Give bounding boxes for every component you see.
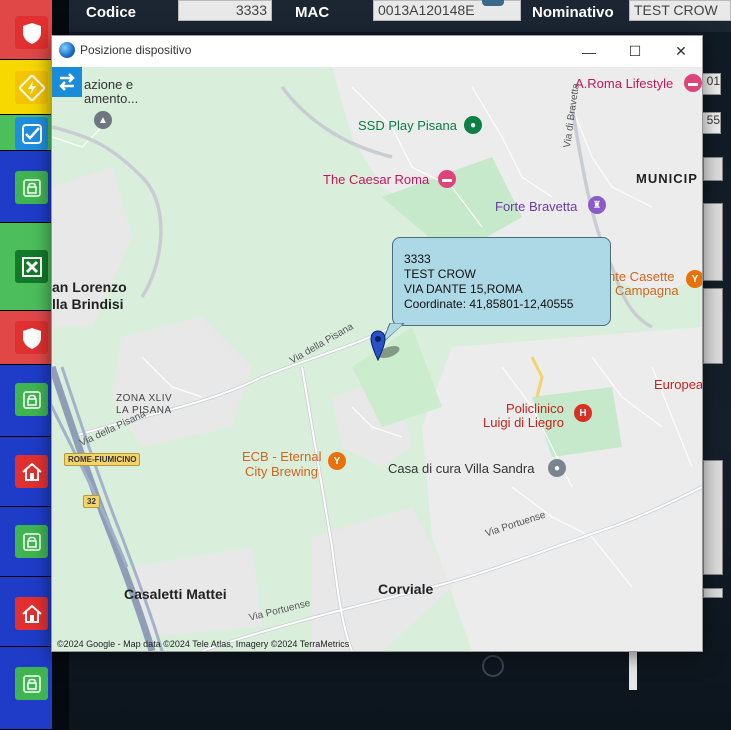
place-casaletti-mattei: Casaletti Mattei (124, 586, 227, 602)
nominativo-field[interactable]: TEST CROW (629, 0, 731, 21)
codice-field[interactable]: 3333 (178, 0, 272, 21)
hotel-icon[interactable]: ▬ (438, 170, 456, 188)
globe-icon (59, 42, 75, 58)
mac-label: MAC (295, 4, 330, 21)
home-icon-2[interactable] (15, 597, 48, 630)
place-san-lorenzo-line2: lla Brindisi (52, 296, 124, 312)
minimize-button[interactable]: — (566, 36, 612, 67)
place-casette-line2: Campagna (615, 283, 679, 298)
clinic-icon[interactable]: ● (548, 459, 566, 477)
check-icon[interactable] (15, 117, 48, 150)
dialog-title: Posizione dispositivo (80, 43, 192, 57)
place-caesar-roma: The Caesar Roma (323, 172, 430, 187)
shield-icon-2[interactable] (15, 321, 48, 354)
right-panel-3 (703, 288, 723, 364)
home-icon[interactable] (15, 455, 48, 488)
hotel-icon-2[interactable]: ▬ (684, 74, 702, 92)
location-pin-icon[interactable] (369, 330, 403, 364)
callout-name: TEST CROW (404, 267, 476, 281)
place-municipio: MUNICIP (636, 171, 698, 186)
lock-icon-4[interactable] (15, 667, 48, 700)
place-europea: Europea (654, 377, 702, 392)
lock-icon-2[interactable] (15, 383, 48, 416)
swap-arrows-button[interactable] (52, 67, 82, 97)
shield-rome-fiumicino: ROME-FIUMICINO (64, 453, 141, 466)
dialog-titlebar[interactable]: Posizione dispositivo — ☐ ✕ (52, 36, 702, 67)
lock-icon-3[interactable] (15, 525, 48, 558)
place-ecb-line2: City Brewing (245, 464, 318, 479)
nominativo-label: Nominativo (532, 4, 614, 21)
bar-icon[interactable]: Y (328, 452, 346, 470)
place-fondazione-line2: amento... (84, 91, 139, 106)
screen: Codice 3333 MAC 0013A120148E Nominativo … (0, 0, 731, 730)
map-copyright: ©2024 Google - Map data ©2024 Tele Atlas… (57, 639, 350, 649)
place-fondazione-line1: azione e (84, 77, 134, 92)
lightning-icon[interactable] (15, 71, 48, 104)
callout-address: VIA DANTE 15,ROMA (404, 282, 523, 296)
place-policlinico-line2: Luigi di Liegro (483, 415, 564, 430)
place-policlinico-line1: Policlinico (506, 401, 564, 416)
status-column (0, 0, 52, 730)
sports-icon[interactable]: ● (464, 116, 482, 134)
device-indicator-icon (482, 655, 504, 677)
callout-code: 3333 (404, 252, 431, 266)
right-panel-2 (703, 203, 723, 281)
place-zona-xliv-line1: ZONA XLIV (116, 393, 173, 404)
shield-32: 32 (83, 495, 100, 508)
maximize-button[interactable]: ☐ (612, 36, 658, 67)
close-button[interactable]: ✕ (658, 36, 704, 67)
scroll-handle[interactable] (629, 648, 637, 690)
landmark-icon[interactable]: ♜ (588, 196, 606, 214)
school-icon[interactable]: ▲ (94, 111, 112, 129)
place-ssd-play-pisana: SSD Play Pisana (358, 118, 457, 133)
place-corviale: Corviale (378, 581, 434, 597)
right-panel-1 (703, 157, 723, 181)
device-position-dialog: Posizione dispositivo — ☐ ✕ azione e ame… (51, 35, 703, 652)
restaurant-icon[interactable]: Y (686, 270, 702, 288)
device-info-callout: 3333 TEST CROW VIA DANTE 15,ROMA Coordin… (392, 237, 611, 326)
hospital-icon[interactable]: H (574, 404, 592, 422)
place-aroma-lifestyle: A.Roma Lifestyle (575, 76, 674, 91)
lock-icon[interactable] (15, 171, 48, 204)
right-panel-4 (703, 460, 723, 575)
place-san-lorenzo-line1: an Lorenzo (52, 279, 127, 295)
top-indicator-icon (482, 0, 504, 6)
codice-label: Codice (86, 4, 137, 21)
device-header-bar: Codice 3333 MAC 0013A120148E Nominativo … (69, 0, 731, 32)
place-forte-bravetta: Forte Bravetta (495, 199, 578, 214)
callout-coordinates: Coordinate: 41,85801-12,40555 (404, 297, 574, 311)
place-casette-line1: nte Casette (608, 269, 675, 284)
shield-icon[interactable] (15, 16, 48, 49)
shield-x-icon[interactable] (15, 250, 48, 283)
map-view[interactable]: azione e amento... ▲ SSD Play Pisana ● T… (52, 67, 702, 651)
place-ecb-line1: ECB - Eternal (242, 449, 322, 464)
right-panel-5 (703, 588, 723, 598)
place-villa-sandra: Casa di cura Villa Sandra (388, 461, 535, 476)
